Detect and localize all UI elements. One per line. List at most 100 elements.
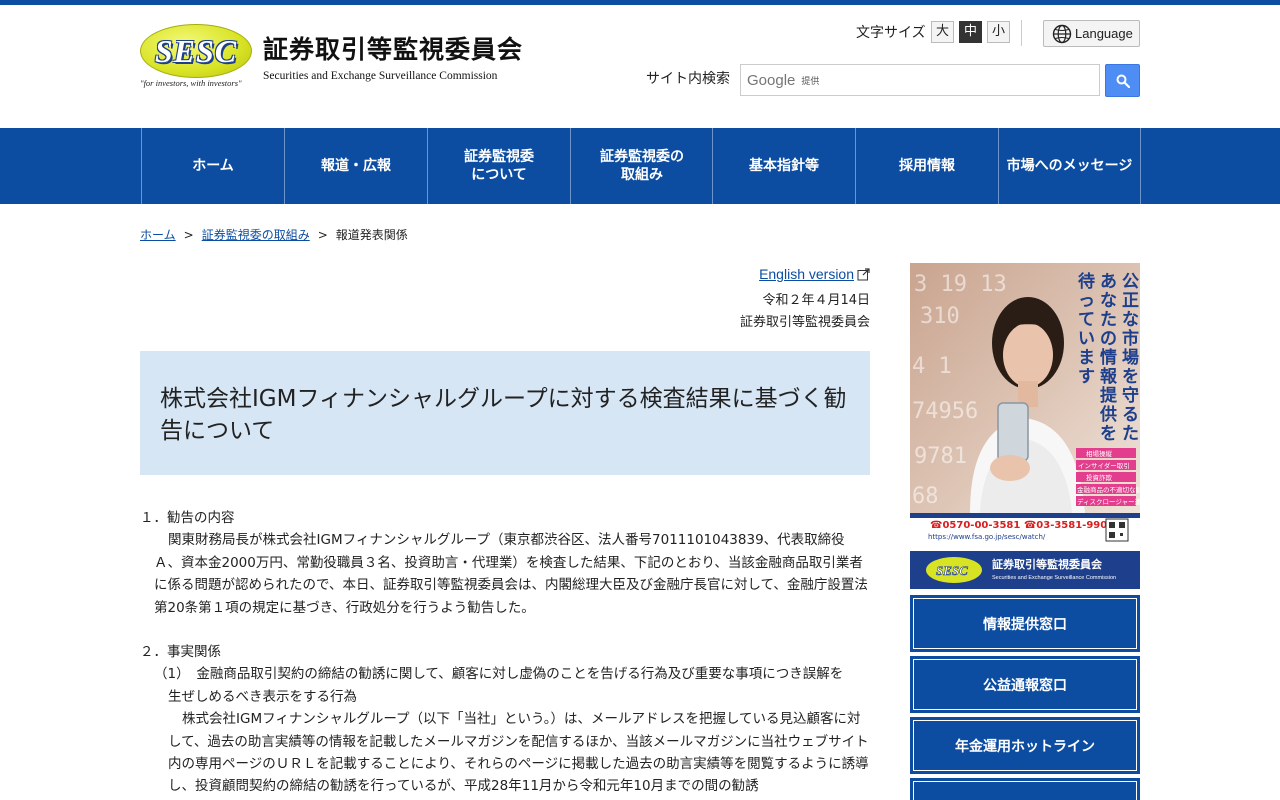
svg-text:待: 待 [1078, 271, 1095, 292]
svg-text:ディスクロージャー違反: ディスクロージャー違反 [1077, 497, 1140, 506]
svg-text:て: て [1078, 310, 1095, 330]
info-provision-banner[interactable]: 3 19 13 310 4 1 74956 9781 68 公正な市場を守るた … [910, 263, 1140, 589]
site-search-label: サイト内検索 [646, 71, 730, 87]
nav-home[interactable]: ホーム [141, 128, 284, 204]
svg-text:310: 310 [920, 304, 960, 329]
pension-hotline-button[interactable]: 年金運用ホットライン [910, 717, 1140, 774]
font-size-large-button[interactable]: 大 [931, 21, 954, 43]
svg-text:SESC: SESC [936, 563, 968, 578]
svg-text:正: 正 [1122, 291, 1139, 311]
whistleblower-button[interactable]: 公益通報窓口 [910, 656, 1140, 713]
banner-illustration: 3 19 13 310 4 1 74956 9781 68 公正な市場を守るた … [910, 263, 1140, 589]
svg-text:証券取引等監視委員会: 証券取引等監視委員会 [992, 557, 1103, 571]
svg-text:い: い [1078, 329, 1095, 349]
side-button-label: 公益通報窓口 [983, 677, 1067, 694]
search-input[interactable]: Google 提供 [740, 64, 1100, 96]
svg-text:4 1: 4 1 [912, 354, 952, 379]
svg-text:た: た [1100, 310, 1117, 330]
english-version-label: English version [759, 266, 854, 282]
svg-text:の: の [1100, 329, 1117, 349]
header-divider [1021, 20, 1022, 46]
section-2-paragraph: 株式会社IGMフィナンシャルグループ（以下「当社」という。）は、メールアドレスを… [168, 711, 869, 795]
language-label: Language [1075, 26, 1133, 41]
svg-text:市: 市 [1122, 328, 1139, 349]
font-size-label: 文字サイズ [856, 25, 926, 41]
svg-text:あ: あ [1100, 272, 1117, 292]
site-title-english: Securities and Exchange Surveillance Com… [263, 70, 498, 82]
logo-tagline: "for investors, with investors" [140, 78, 242, 88]
language-button[interactable]: Language [1043, 20, 1140, 47]
section-2-subheading-line-1: （1） 金融商品取引契約の締結の勧誘に関して、顧客に対し虚偽のことを告げる行為及… [154, 666, 844, 683]
article-body: １．勧告の内容 関東財務局長が株式会社IGMフィナンシャルグループ（東京都渋谷区… [140, 507, 870, 798]
breadcrumb: ホーム > 証券監視委の取組み > 報道発表関係 [140, 226, 408, 243]
nav-label: 証券監視委の 取組み [600, 149, 684, 183]
breadcrumb-home-link[interactable]: ホーム [140, 228, 176, 242]
svg-text:相場操縦: 相場操縦 [1086, 449, 1113, 458]
nav-label: 市場へのメッセージ [1006, 158, 1133, 174]
svg-text:報: 報 [1100, 366, 1118, 387]
nav-initiatives[interactable]: 証券監視委の 取組み [570, 128, 713, 204]
breadcrumb-separator: > [317, 228, 328, 242]
globe-icon [1052, 24, 1072, 43]
site-title[interactable]: 証券取引等監視委員会 [263, 30, 523, 66]
svg-text:る: る [1122, 405, 1139, 425]
svg-text:情: 情 [1100, 347, 1117, 368]
svg-text:た: た [1122, 424, 1139, 444]
svg-text:インサイダー取引: インサイダー取引 [1078, 461, 1130, 470]
svg-text:☎0570-00-3581 ☎03-3581-9909: ☎0570-00-3581 ☎03-3581-9909 [930, 520, 1114, 531]
google-watermark: Google [747, 71, 796, 89]
sidebar-button-partial[interactable] [910, 778, 1140, 800]
section-1-heading: １．勧告の内容 [140, 510, 235, 526]
svg-text:投資詐欺: 投資詐欺 [1086, 473, 1113, 482]
info-provision-button[interactable]: 情報提供窓口 [910, 595, 1140, 652]
external-link-icon [857, 267, 870, 280]
nav-label: 採用情報 [899, 158, 955, 174]
font-size-medium-button[interactable]: 中 [959, 21, 982, 43]
svg-text:提: 提 [1100, 386, 1118, 406]
sesc-logo[interactable]: SESC "for investors, with investors" [140, 24, 255, 90]
nav-recruit[interactable]: 採用情報 [855, 128, 998, 204]
font-size-small-button[interactable]: 小 [987, 21, 1010, 43]
search-button[interactable] [1105, 64, 1140, 97]
svg-text:を: を [1122, 367, 1139, 387]
nav-about[interactable]: 証券監視委 について [427, 128, 570, 204]
section-1-paragraph: 関東財務局長が株式会社IGMフィナンシャルグループ（東京都渋谷区、法人番号701… [154, 532, 868, 616]
nav-label: 基本指針等 [749, 158, 819, 174]
global-nav: ホーム 報道・広報 証券監視委 について 証券監視委の 取組み 基本指針等 採用… [0, 128, 1280, 204]
breadcrumb-current: 報道発表関係 [335, 228, 408, 242]
side-button-label: 年金運用ホットライン [955, 738, 1095, 755]
svg-text:https://www.fsa.go.jp/sesc/wat: https://www.fsa.go.jp/sesc/watch/ [928, 533, 1046, 541]
nav-label: 証券監視委 について [464, 149, 534, 183]
svg-text:74956: 74956 [912, 399, 978, 424]
publisher: 証券取引等監視委員会 [739, 315, 870, 330]
section-2-subheading-line-2: 生ぜしめるべき表示をする行為 [168, 688, 357, 705]
svg-text:す: す [1078, 367, 1095, 387]
google-provided-label: 提供 [801, 76, 820, 87]
svg-text:68: 68 [912, 484, 939, 509]
svg-text:を: を [1100, 424, 1117, 444]
svg-text:供: 供 [1099, 404, 1117, 425]
svg-text:場: 場 [1122, 348, 1139, 368]
article-title: 株式会社IGMフィナンシャルグループに対する検査結果に基づく勧告について [160, 386, 847, 444]
nav-market-message[interactable]: 市場へのメッセージ [998, 128, 1141, 204]
svg-text:っ: っ [1078, 291, 1095, 311]
svg-text:公: 公 [1122, 272, 1139, 292]
svg-text:金融商品の不適切な勧誘: 金融商品の不適切な勧誘 [1077, 485, 1140, 494]
svg-text:な: な [1100, 291, 1117, 311]
svg-text:な: な [1122, 310, 1139, 330]
nav-label: ホーム [192, 158, 234, 174]
side-button-label: 情報提供窓口 [983, 616, 1067, 633]
search-icon [1116, 74, 1130, 88]
breadcrumb-parent-link[interactable]: 証券監視委の取組み [202, 228, 310, 242]
english-version-link[interactable]: English version [759, 266, 870, 282]
svg-text:3 19 13: 3 19 13 [914, 272, 1007, 297]
nav-press[interactable]: 報道・広報 [284, 128, 427, 204]
publish-date: 令和２年４月14日 [762, 293, 870, 308]
top-accent-bar [0, 0, 1280, 5]
svg-text:守: 守 [1122, 385, 1139, 406]
nav-policies[interactable]: 基本指針等 [712, 128, 855, 204]
section-2-heading: ２．事実関係 [140, 644, 221, 661]
svg-text:ま: ま [1078, 348, 1095, 368]
breadcrumb-separator: > [183, 228, 194, 242]
